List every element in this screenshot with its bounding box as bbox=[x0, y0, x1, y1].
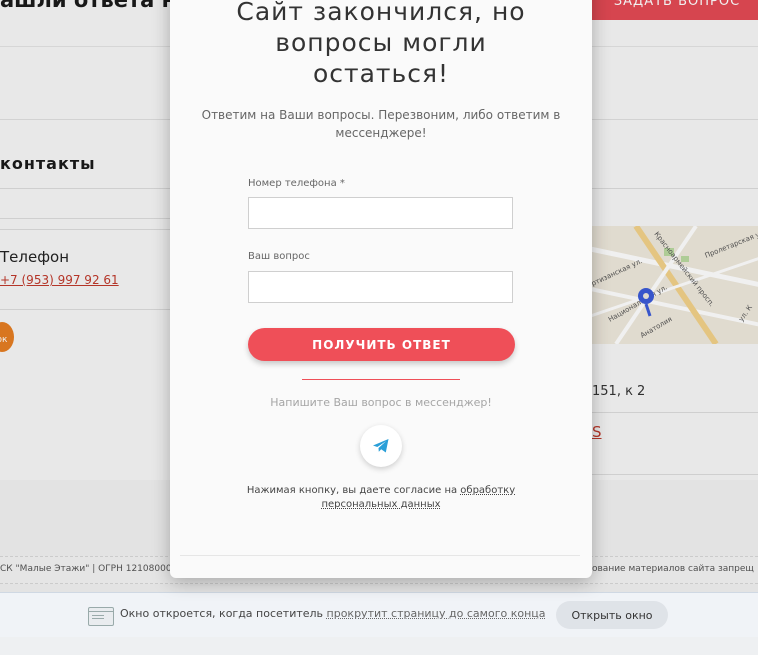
bottom-bar-text: Окно откроется, когда посетитель прокрут… bbox=[120, 607, 546, 620]
messenger-prompt: Напишите Ваш вопрос в мессенджер! bbox=[270, 396, 492, 409]
modal-title: Сайт закончился, но вопросы могли остать… bbox=[170, 0, 592, 89]
privacy-link[interactable]: персональных данных bbox=[321, 499, 440, 510]
window-icon bbox=[88, 607, 114, 626]
telegram-button[interactable] bbox=[360, 425, 402, 467]
accent-divider bbox=[302, 379, 460, 380]
phone-label: Номер телефона * bbox=[248, 178, 345, 189]
get-answer-button[interactable]: ПОЛУЧИТЬ ОТВЕТ bbox=[248, 328, 515, 361]
modal-subtitle: Ответим на Ваши вопросы. Перезвоним, либ… bbox=[188, 106, 574, 142]
telegram-icon bbox=[373, 439, 389, 453]
question-input[interactable] bbox=[248, 271, 513, 303]
consent-message: Нажимая кнопку, вы даете согласие на bbox=[246, 485, 461, 496]
modal-title-line: остаться! bbox=[312, 59, 450, 88]
modal-bottom-divider bbox=[180, 555, 580, 556]
question-label: Ваш вопрос bbox=[248, 251, 310, 262]
modal-subtitle-line: мессенджере! bbox=[335, 126, 427, 140]
phone-input[interactable] bbox=[248, 197, 513, 229]
modal-title-line: Сайт закончился, но bbox=[236, 0, 526, 26]
bottom-preview-bar: Окно откроется, когда посетитель прокрут… bbox=[0, 592, 758, 638]
open-window-button[interactable]: Открыть окно bbox=[556, 601, 668, 629]
consent-text: Нажимая кнопку, вы даете согласие на обр… bbox=[230, 484, 532, 512]
privacy-link[interactable]: обработку bbox=[460, 485, 515, 496]
modal-title-line: вопросы могли bbox=[275, 28, 487, 57]
bottom-bar-link[interactable]: прокрутит страницу до самого конца bbox=[327, 607, 546, 620]
bottom-bar-message: Окно откроется, когда посетитель bbox=[120, 607, 327, 620]
bottom-strip bbox=[0, 637, 758, 655]
popup-modal: Сайт закончился, но вопросы могли остать… bbox=[170, 0, 592, 578]
modal-subtitle-line: Ответим на Ваши вопросы. Перезвоним, либ… bbox=[201, 108, 561, 122]
